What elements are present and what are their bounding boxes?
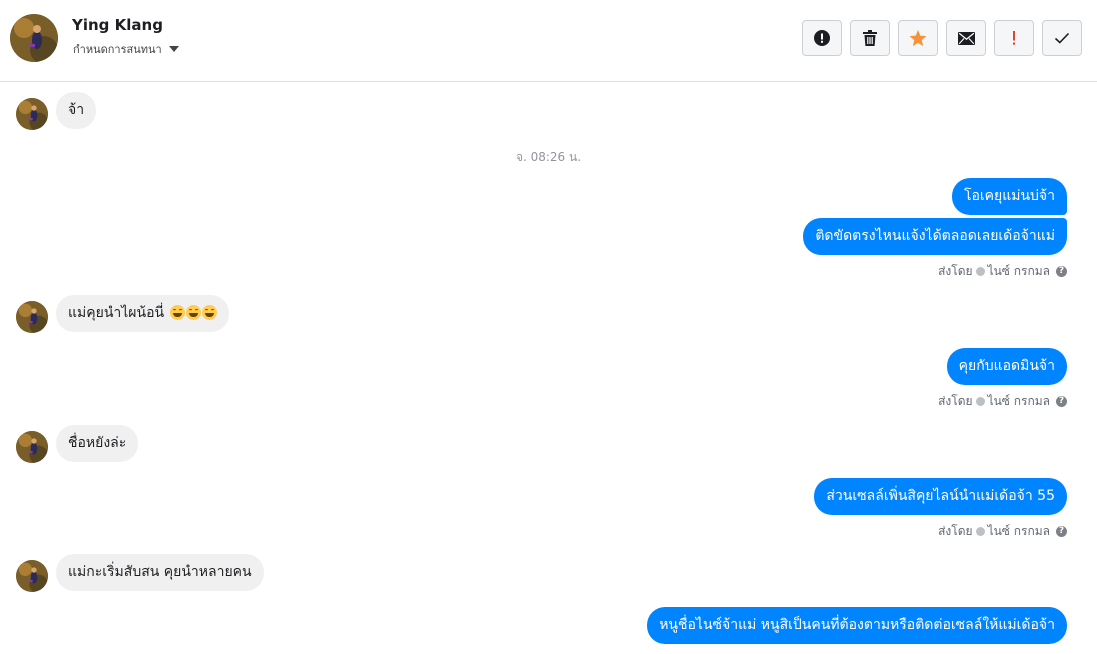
grinning-emoji-icon (201, 305, 217, 320)
message-bubble-incoming[interactable]: ชื่อหยังล่ะ (56, 425, 139, 462)
grinning-emoji-icon (169, 305, 185, 320)
message-bubble-incoming[interactable]: จ้า (56, 92, 97, 129)
message-text: แม่คุยนำไผน้อนี่ (68, 305, 165, 321)
star-button[interactable] (898, 20, 938, 56)
mark-done-button[interactable] (1042, 20, 1082, 56)
delete-button[interactable] (850, 20, 890, 56)
help-icon[interactable]: ? (1056, 266, 1067, 277)
sent-by-agent: ไนซ์ กรกมล (987, 394, 1050, 408)
sender-avatar (16, 560, 48, 592)
assign-conversation-label: กำหนดการสนทนา (73, 43, 162, 56)
message-thread: จ้า จ. 08:26 น. โอเคยุแม่นบ่จ้า ติดขัดตร… (0, 82, 1097, 654)
mark-spam-button[interactable] (802, 20, 842, 56)
sent-by-label: ส่งโดย (938, 524, 973, 538)
follow-up-button[interactable] (994, 20, 1034, 56)
message-bubble-outgoing[interactable]: โอเคยุแม่นบ่จ้า (951, 178, 1067, 215)
sent-by-info: ส่งโดย ไนซ์ กรกมล ? (938, 392, 1067, 411)
message-bubble-outgoing[interactable]: คุยกับแอดมินจ้า (946, 348, 1067, 385)
avatar-image (16, 560, 48, 592)
sent-by-info: ส่งโดย ไนซ์ กรกมล ? (938, 522, 1067, 541)
avatar-image (16, 431, 48, 463)
sender-avatar (16, 98, 48, 130)
envelope-icon (957, 31, 975, 45)
message-bubble-outgoing[interactable]: ติดขัดตรงไหนแจ้งได้ตลอดเลยเด้อจ้าแม่ (803, 218, 1067, 255)
check-circle-icon (975, 527, 985, 536)
avatar-image (10, 14, 58, 62)
message-bubble-incoming[interactable]: แม่กะเริ่มสับสน คุยนำหลายคน (56, 554, 264, 591)
sent-by-label: ส่งโดย (938, 394, 973, 408)
star-icon (909, 29, 927, 46)
sender-avatar (16, 301, 48, 333)
sender-avatar (16, 431, 48, 463)
sent-by-agent: ไนซ์ กรกมล (987, 264, 1050, 278)
check-circle-icon (975, 397, 985, 406)
check-circle-icon (975, 267, 985, 276)
conversation-toolbar (802, 20, 1082, 56)
help-icon[interactable]: ? (1056, 526, 1067, 537)
exclamation-icon (1013, 31, 1015, 45)
caret-down-icon (168, 46, 179, 52)
sent-by-agent: ไนซ์ กรกมล (987, 524, 1050, 538)
message-bubble-outgoing[interactable]: ส่วนเซลล์เพิ่นสิคุยไลน์นำแม่เด้อจ้า 55 (814, 478, 1067, 515)
sent-by-label: ส่งโดย (938, 264, 973, 278)
avatar-image (16, 98, 48, 130)
contact-avatar[interactable] (10, 14, 58, 62)
trash-icon (863, 30, 877, 46)
assign-conversation-dropdown[interactable]: กำหนดการสนทนา (73, 40, 179, 58)
avatar-image (16, 301, 48, 333)
alert-circle-icon (814, 30, 830, 46)
contact-name: Ying Klang (72, 16, 163, 34)
conversation-header: Ying Klang กำหนดการสนทนา (0, 0, 1097, 82)
message-timestamp: จ. 08:26 น. (515, 150, 582, 164)
message-bubble-outgoing[interactable]: หนูชื่อไนซ์จ้าแม่ หนูสิเป็นคนที่ต้องตามห… (647, 607, 1067, 644)
message-bubble-incoming[interactable]: แม่คุยนำไผน้อนี่ (56, 295, 229, 332)
mark-unread-button[interactable] (946, 20, 986, 56)
help-icon[interactable]: ? (1056, 396, 1067, 407)
checkmark-icon (1054, 32, 1070, 44)
sent-by-info: ส่งโดย ไนซ์ กรกมล ? (938, 262, 1067, 281)
grinning-emoji-icon (185, 305, 201, 320)
